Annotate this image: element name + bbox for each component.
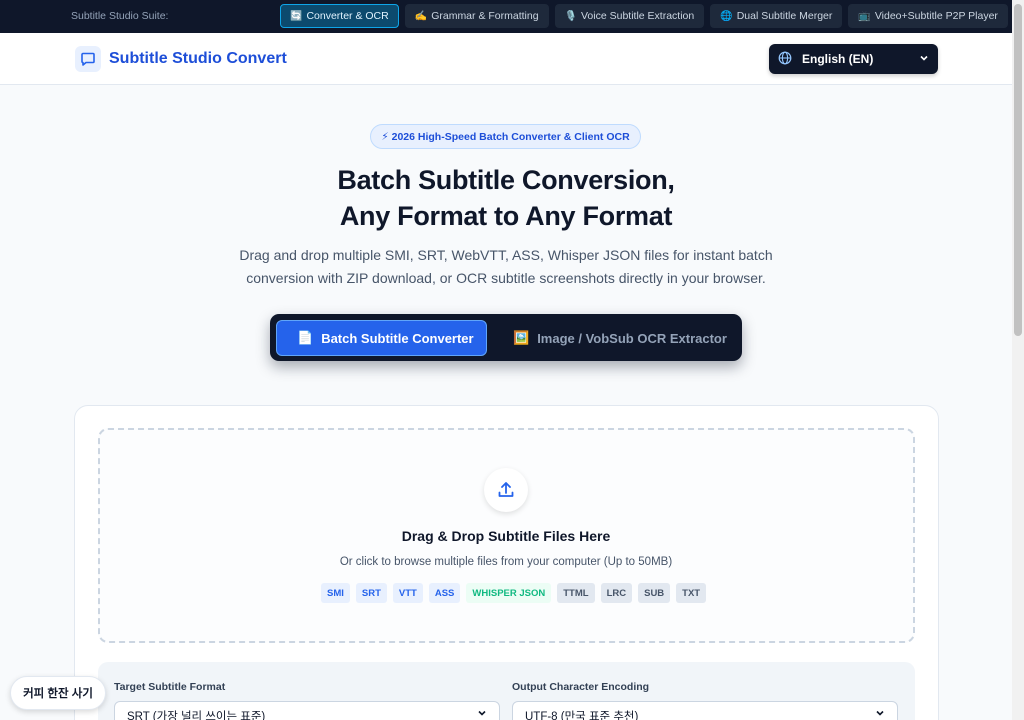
format-chip-vtt: VTT <box>392 583 423 603</box>
encoding-label: Output Character Encoding <box>512 681 650 693</box>
microphone-icon: 🎙️ <box>564 10 577 22</box>
brand[interactable]: Subtitle Studio Convert <box>75 46 287 72</box>
refresh-icon: 🔄 <box>290 10 303 22</box>
format-chip-smi: SMI <box>321 583 350 603</box>
feature-badge: ⚡ 2026 High-Speed Batch Converter & Clie… <box>370 124 641 149</box>
suite-link-label: Converter & OCR <box>306 10 389 22</box>
format-chip-srt: SRT <box>355 583 387 603</box>
site-header: Subtitle Studio Convert English (EN) <box>0 33 1012 85</box>
dropzone-subtitle: Or click to browse multiple files from y… <box>339 556 673 568</box>
chat-bubble-icon <box>75 46 101 72</box>
encoding-select[interactable]: UTF-8 (만국 표준 추천) <box>512 701 898 720</box>
suite-links: 🔄 Converter & OCR ✍️ Grammar & Formattin… <box>280 4 1008 28</box>
target-format-select[interactable]: SRT (가장 널리 쓰이는 표준) <box>114 701 500 720</box>
suite-link-label: Grammar & Formatting <box>431 10 539 22</box>
mode-tabs: 📄 Batch Subtitle Converter 🖼️ Image / Vo… <box>270 314 742 361</box>
tab-ocr-extractor[interactable]: 🖼️ Image / VobSub OCR Extractor <box>513 320 733 356</box>
suite-bar: Subtitle Studio Suite: 🔄 Converter & OCR… <box>0 0 1012 33</box>
tv-icon: 📺 <box>858 10 871 22</box>
tab-label: Batch Subtitle Converter <box>321 330 474 346</box>
format-chip-ass: ASS <box>428 583 461 603</box>
scrollbar-thumb[interactable] <box>1014 4 1022 336</box>
conversion-settings: Target Subtitle Format SRT (가장 널리 쓰이는 표준… <box>98 662 915 720</box>
page-title: Batch Subtitle Conversion, Any Format to… <box>200 162 812 234</box>
suite-link-voice[interactable]: 🎙️ Voice Subtitle Extraction <box>554 4 705 28</box>
suite-label: Subtitle Studio Suite: <box>71 10 169 22</box>
document-icon: 📄 <box>297 330 314 345</box>
dropzone-title: Drag & Drop Subtitle Files Here <box>401 528 611 544</box>
format-chip-lrc: LRC <box>600 583 633 603</box>
encoding-value: UTF-8 (만국 표준 추천) <box>525 711 639 720</box>
chevron-down-icon <box>919 53 929 66</box>
chevron-down-icon <box>477 708 487 720</box>
page-subtitle: Drag and drop multiple SMI, SRT, WebVTT,… <box>239 247 773 286</box>
suite-link-converter[interactable]: 🔄 Converter & OCR <box>280 4 399 28</box>
suite-link-label: Dual Subtitle Merger <box>736 10 833 22</box>
format-chip-sub: SUB <box>638 583 671 603</box>
page-title-line2: Any Format to Any Format <box>339 201 673 231</box>
brand-title: Subtitle Studio Convert <box>109 50 287 67</box>
writing-hand-icon: ✍️ <box>414 10 428 22</box>
target-format-label: Target Subtitle Format <box>114 681 226 693</box>
chevron-down-icon <box>875 708 885 720</box>
tab-label: Image / VobSub OCR Extractor <box>537 330 727 346</box>
globe-icon <box>778 51 792 68</box>
format-chip-ttml: TTML <box>557 583 595 603</box>
globe-icon: 🌐 <box>720 10 733 22</box>
picture-icon: 🖼️ <box>513 330 530 345</box>
tab-batch-converter[interactable]: 📄 Batch Subtitle Converter <box>276 320 487 356</box>
suite-link-label: Voice Subtitle Extraction <box>581 10 695 22</box>
suite-link-grammar[interactable]: ✍️ Grammar & Formatting <box>404 4 549 28</box>
page-title-line1: Batch Subtitle Conversion, <box>337 165 675 195</box>
language-value: English (EN) <box>802 52 874 66</box>
language-select[interactable]: English (EN) <box>769 44 938 74</box>
format-chip-whisper-json: WHISPER JSON <box>466 583 552 603</box>
suite-link-label: Video+Subtitle P2P Player <box>874 10 998 22</box>
upload-icon[interactable] <box>484 468 528 512</box>
format-chips: SMI SRT VTT ASS WHISPER JSON TTML LRC SU… <box>321 583 707 603</box>
format-chip-txt: TXT <box>676 583 707 603</box>
suite-link-dual[interactable]: 🌐 Dual Subtitle Merger <box>710 4 843 28</box>
page-scrollbar[interactable] <box>1012 0 1024 720</box>
suite-link-player[interactable]: 📺 Video+Subtitle P2P Player <box>848 4 1008 28</box>
target-format-value: SRT (가장 널리 쓰이는 표준) <box>127 711 266 720</box>
buy-coffee-button[interactable]: 커피 한잔 사기 <box>10 676 106 710</box>
